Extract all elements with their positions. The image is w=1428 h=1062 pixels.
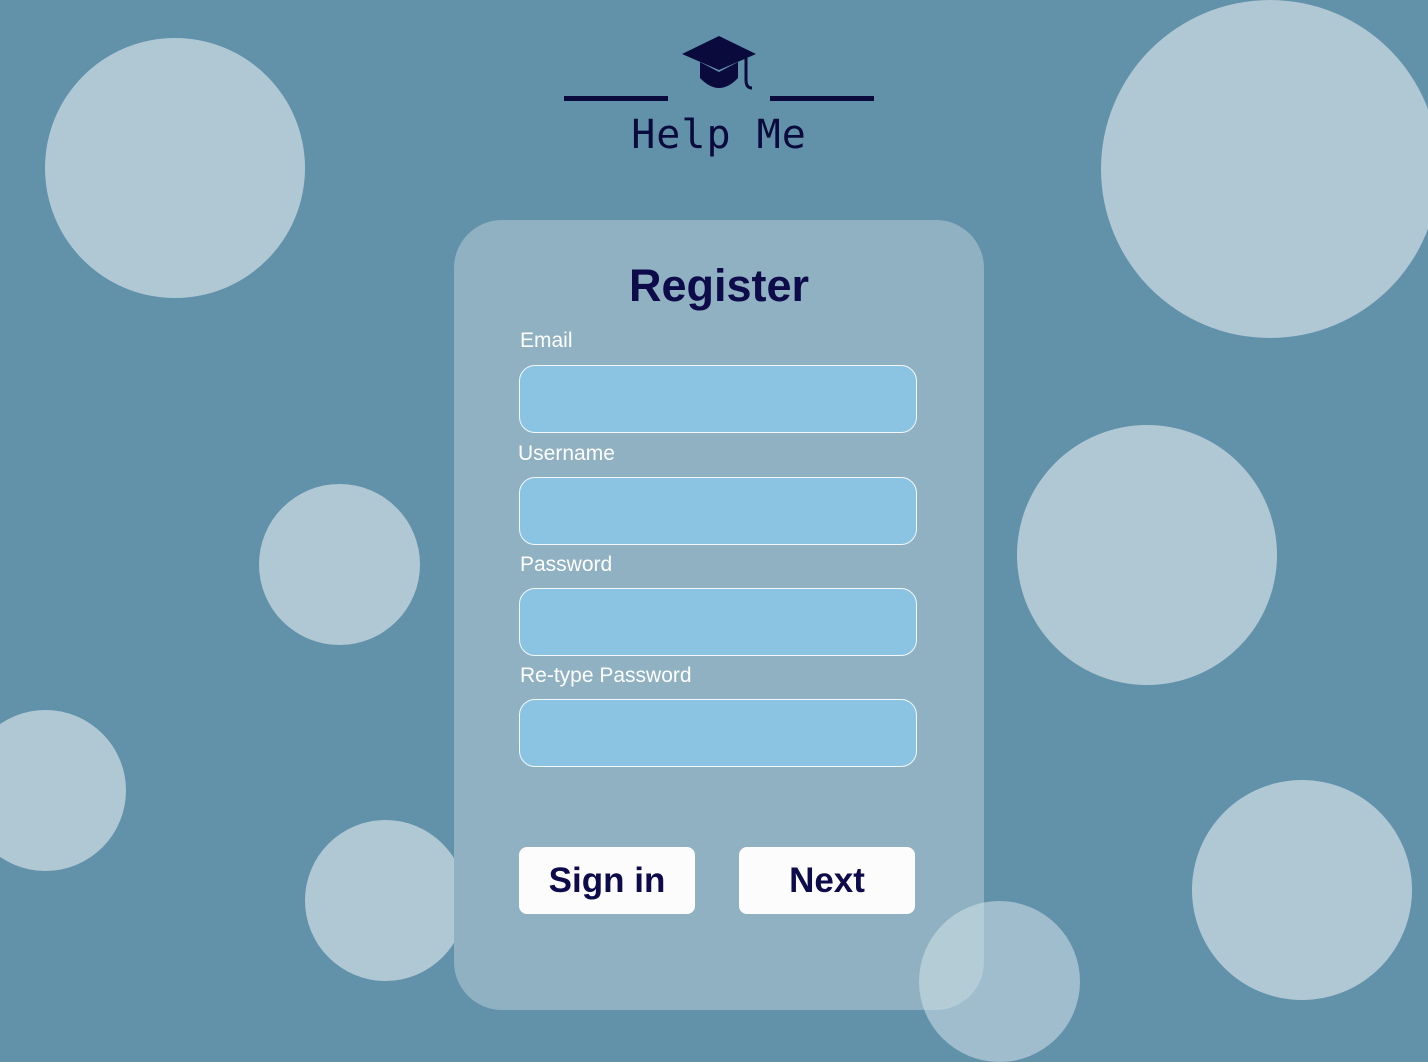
logo-divider-left bbox=[564, 96, 668, 101]
password-label: Password bbox=[520, 553, 613, 576]
brand-name: Help Me bbox=[631, 112, 807, 158]
background-bubble bbox=[1101, 0, 1428, 338]
next-button[interactable]: Next bbox=[739, 847, 915, 914]
retype-password-label: Re-type Password bbox=[520, 664, 692, 687]
background-bubble bbox=[0, 710, 126, 871]
logo-divider-right bbox=[770, 96, 874, 101]
username-label: Username bbox=[518, 442, 615, 465]
retype-password-field[interactable] bbox=[519, 699, 917, 767]
app-logo: Help Me bbox=[564, 36, 874, 166]
register-card: Register Email Username Password Re-type… bbox=[454, 220, 984, 1010]
register-title: Register bbox=[628, 260, 810, 311]
graduation-cap-icon bbox=[682, 36, 756, 90]
background-bubble bbox=[259, 484, 420, 645]
background-bubble bbox=[45, 38, 305, 298]
background-bubble bbox=[305, 820, 466, 981]
background-bubble bbox=[1017, 425, 1277, 685]
background-bubble bbox=[1192, 780, 1412, 1000]
sign-in-button[interactable]: Sign in bbox=[519, 847, 695, 914]
email-label: Email bbox=[520, 329, 573, 352]
background-bubble bbox=[919, 901, 1080, 1062]
password-field[interactable] bbox=[519, 588, 917, 656]
username-field[interactable] bbox=[519, 477, 917, 545]
email-field[interactable] bbox=[519, 365, 917, 433]
